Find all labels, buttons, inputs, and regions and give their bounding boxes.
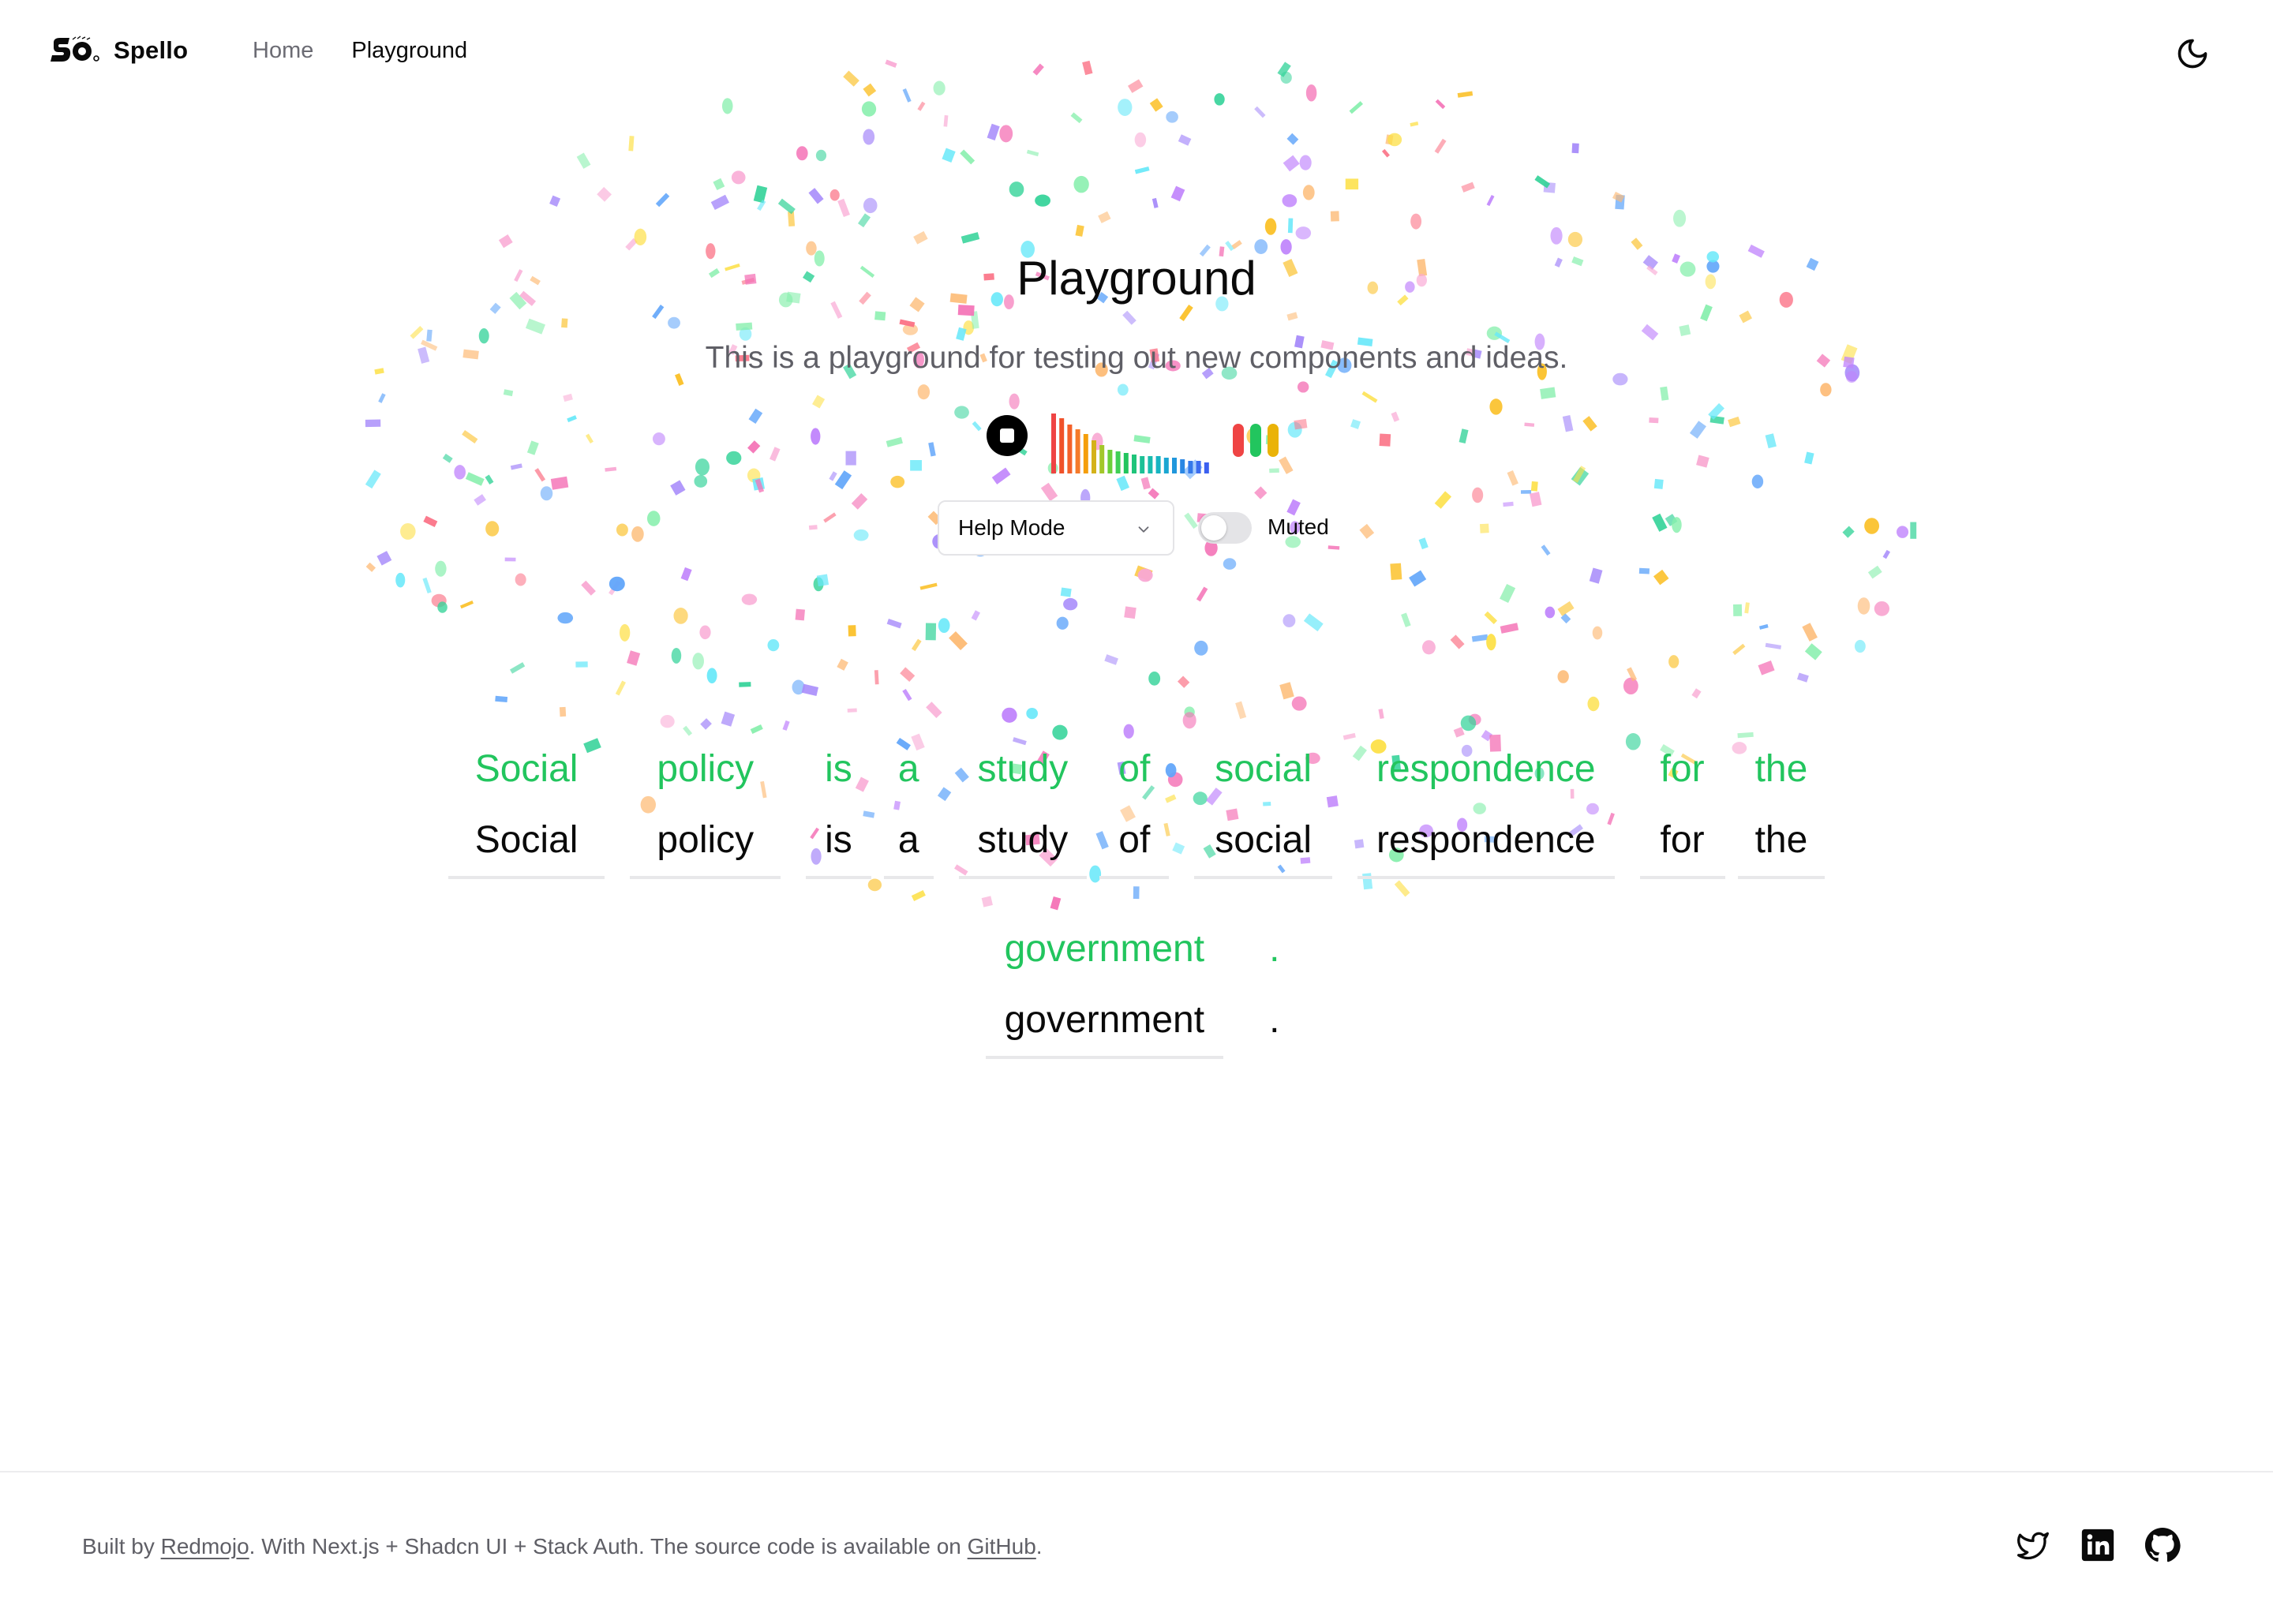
mode-select-value: Help Mode <box>958 515 1065 540</box>
visualizer-bar <box>1067 425 1073 473</box>
typed-word[interactable]: is <box>825 816 852 865</box>
page-subtitle: This is a playground for testing out new… <box>705 341 1568 375</box>
typed-word[interactable]: social <box>1215 816 1312 865</box>
typed-word[interactable]: . <box>1269 996 1279 1045</box>
linkedin-link[interactable] <box>2079 1526 2117 1564</box>
target-word: government <box>1004 928 1205 970</box>
visualizer-bar <box>1155 456 1161 473</box>
visualizer-bar <box>1188 461 1193 473</box>
typed-word[interactable]: government <box>1005 996 1204 1045</box>
target-word: of <box>1118 748 1151 790</box>
visualizer-bar <box>1051 413 1056 473</box>
visualizer-bar <box>1099 445 1105 473</box>
target-word: social <box>1215 748 1312 790</box>
nav-home-link[interactable]: Home <box>253 38 313 64</box>
visualizer-bar <box>1172 458 1177 473</box>
site-header: Spello Home Playground <box>0 0 2273 107</box>
social-links <box>2014 1526 2181 1564</box>
twitter-icon <box>2017 1532 2049 1560</box>
visualizer-bar <box>1115 451 1121 473</box>
target-word: a <box>897 748 919 790</box>
target-word: the <box>1754 748 1808 790</box>
toggle-knob <box>1201 515 1226 541</box>
status-dot-green <box>1250 424 1261 457</box>
stop-icon <box>1000 428 1014 443</box>
mode-select[interactable]: Help Mode <box>938 500 1174 556</box>
visualizer-bar <box>1083 434 1088 473</box>
playground-main: Playground This is a playground for test… <box>0 0 2273 1468</box>
target-word: for <box>1660 748 1705 790</box>
footer-middle: . With Next.js + Shadcn UI + Stack Auth.… <box>249 1534 968 1559</box>
typed-word[interactable]: of <box>1118 816 1150 865</box>
moon-icon <box>2178 39 2207 69</box>
stop-recording-button[interactable] <box>987 415 1028 456</box>
visualizer-bar <box>1132 455 1136 473</box>
word-slot: the the <box>1737 742 1826 879</box>
site-footer: Built by Redmojo. With Next.js + Shadcn … <box>0 1471 2273 1624</box>
target-word: is <box>825 748 852 790</box>
brand-name: Spello <box>114 36 189 64</box>
status-indicator <box>1233 424 1279 457</box>
github-icon <box>2144 1527 2181 1562</box>
status-dot-yellow <box>1268 424 1279 457</box>
chevron-down-icon <box>1138 526 1149 533</box>
nav-playground-link[interactable]: Playground <box>351 38 467 64</box>
brand-logo[interactable]: Spello <box>49 35 188 66</box>
github-link[interactable] <box>2144 1526 2181 1564</box>
visualizer-bar <box>1123 453 1129 473</box>
word-slot: study study <box>958 742 1088 879</box>
footer-prefix: Built by <box>82 1534 161 1559</box>
word-slot: respondence respondence <box>1357 742 1615 879</box>
target-word: policy <box>657 748 755 790</box>
word-slot: of of <box>1099 742 1170 879</box>
word-row-2: government government .. <box>0 922 2273 1059</box>
status-dot-red <box>1233 424 1244 457</box>
visualizer-bar <box>1163 458 1169 473</box>
word-slot: Social Social <box>447 742 605 879</box>
word-slot: government government <box>985 922 1224 1059</box>
spello-logo-icon <box>51 36 99 62</box>
twitter-link[interactable] <box>2014 1526 2052 1564</box>
footer-suffix: . <box>1035 1534 1043 1559</box>
word-slot: social social <box>1194 742 1332 879</box>
target-word: respondence <box>1376 748 1596 790</box>
typed-word[interactable]: respondence <box>1376 816 1596 865</box>
visualizer-bar <box>1092 440 1096 473</box>
word-slot: .. <box>1261 922 1287 1059</box>
typed-word[interactable]: study <box>978 816 1069 865</box>
typed-word[interactable]: Social <box>475 816 579 865</box>
target-word: study <box>977 748 1069 790</box>
word-slot: aa <box>883 742 934 879</box>
word-slot: is is <box>806 742 871 879</box>
visualizer-bar <box>1140 456 1145 473</box>
linkedin-icon <box>2081 1529 2114 1562</box>
typed-word[interactable]: a <box>898 816 919 865</box>
main-nav: Home Playground <box>253 38 467 64</box>
visualizer-bar <box>1180 459 1185 473</box>
typed-word[interactable]: the <box>1755 816 1808 865</box>
target-word: Social <box>474 748 579 790</box>
typed-word[interactable]: policy <box>657 816 754 865</box>
mute-toggle-label: Muted <box>1268 515 1329 539</box>
footer-credits: Built by Redmojo. With Next.js + Shadcn … <box>82 1534 1043 1559</box>
visualizer-bar <box>1059 418 1065 473</box>
theme-toggle-button[interactable] <box>2172 33 2213 74</box>
word-slot: policy policy <box>630 742 781 879</box>
mute-toggle[interactable] <box>1198 512 1252 544</box>
github-repo-link[interactable]: GitHub <box>968 1534 1036 1559</box>
visualizer-bar <box>1204 462 1209 473</box>
page-title: Playground <box>1017 252 1256 305</box>
author-link[interactable]: Redmojo <box>161 1534 249 1559</box>
typed-word[interactable]: for <box>1661 816 1705 865</box>
visualizer-bar <box>1107 450 1113 473</box>
visualizer-bar <box>1148 456 1153 473</box>
visualizer-bar <box>1075 429 1080 473</box>
target-word: . <box>1269 928 1280 970</box>
word-row-1: Social Social policy policy is is aa study s… <box>0 742 2273 879</box>
visualizer-bar <box>1196 461 1201 473</box>
audio-visualizer <box>1051 413 1209 473</box>
word-slot: for for <box>1639 742 1725 879</box>
